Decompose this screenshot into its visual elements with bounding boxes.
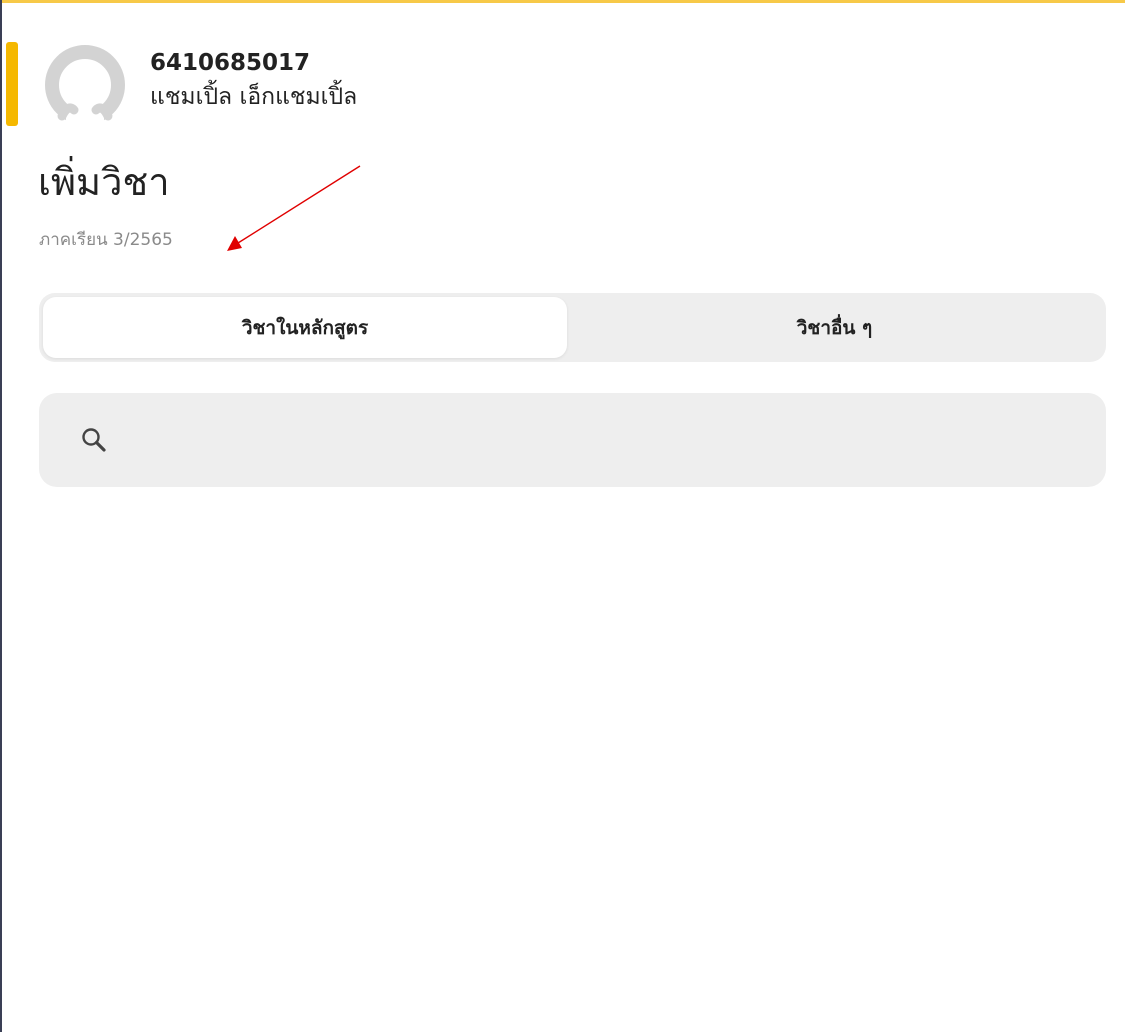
course-tabs: วิชาในหลักสูตร วิชาอื่น ๆ [39,293,1106,362]
student-name: แชมเปิ้ล เอ็กแชมเปิ้ล [150,84,358,110]
tab-curriculum-courses[interactable]: วิชาในหลักสูตร [43,297,567,358]
student-id: 6410685017 [150,50,311,76]
top-border [0,0,1125,3]
profile-card: 6410685017 แชมเปิ้ล เอ็กแชมเปิ้ล [44,44,357,126]
active-indicator [6,42,18,126]
tab-other-courses[interactable]: วิชาอื่น ๆ [567,297,1102,358]
user-avatar-icon [44,44,126,126]
page-title: เพิ่มวิชา [38,160,170,204]
left-border [0,0,2,1032]
annotation-arrow [227,165,361,251]
semester-label: ภาคเรียน 3/2565 [39,230,173,250]
search-icon[interactable] [79,425,109,455]
search-bar[interactable] [39,393,1106,487]
search-input[interactable] [123,409,1082,471]
